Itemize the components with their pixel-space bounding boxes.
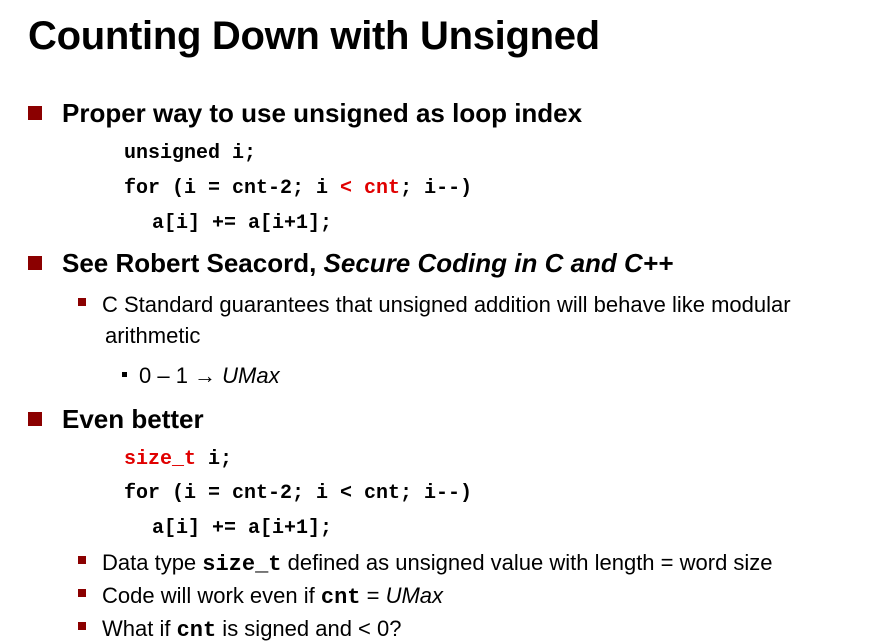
bullet-square-icon <box>28 256 42 271</box>
text-segment: defined as unsigned value with length = … <box>281 550 773 575</box>
bullet-text: Even better <box>62 404 204 434</box>
text-segment: What if <box>102 616 177 641</box>
bullet-proper-way: Proper way to use unsigned as loop index <box>28 98 582 129</box>
code-line-size-t-decl: size_t i; <box>124 448 232 471</box>
bullet-dot-icon <box>122 371 127 377</box>
code-segment: ; i--) <box>400 177 473 200</box>
bullet-square-icon <box>28 106 42 121</box>
bullet-square-icon <box>28 412 42 427</box>
inline-code: cnt <box>320 585 361 610</box>
code-highlight-condition: < cnt <box>340 177 401 200</box>
code-segment: for (i = cnt-2; i <box>124 177 341 200</box>
bullet-square-icon <box>78 556 86 565</box>
bullet-square-icon <box>78 298 86 307</box>
bullet-text: Proper way to use unsigned as loop index <box>62 98 583 128</box>
umax-term: UMax <box>222 363 280 388</box>
expression-text: 0 – 1 → <box>139 363 223 388</box>
sub-bullet-cnt-umax: Code will work even if cnt = UMax <box>78 583 443 610</box>
code-line-for-loop-2: for (i = cnt-2; i < cnt; i--) <box>124 482 473 505</box>
book-title: Secure Coding in C and C++ <box>323 248 674 278</box>
umax-term: UMax <box>385 583 444 608</box>
text-segment: Code will work even if <box>102 583 321 608</box>
bullet-square-icon <box>78 589 86 598</box>
code-line-loop-body: a[i] += a[i+1]; <box>152 212 333 235</box>
slide-title: Counting Down with Unsigned <box>28 14 600 58</box>
code-line-loop-body-2: a[i] += a[i+1]; <box>152 517 333 540</box>
bullet-text: See Robert Seacord, <box>62 248 324 278</box>
code-highlight-type: size_t <box>124 448 197 471</box>
code-segment: i; <box>196 448 233 471</box>
sub-bullet-cnt-signed: What if cnt is signed and < 0? <box>78 616 402 643</box>
sub-bullet-c-standard: C Standard guarantees that unsigned addi… <box>78 292 791 318</box>
sub-bullet-size-t: Data type size_t defined as unsigned val… <box>78 550 773 577</box>
sub-bullet-text: C Standard guarantees that unsigned addi… <box>102 292 791 317</box>
inline-code: cnt <box>176 618 217 643</box>
sub-sub-bullet-umax: 0 – 1 → UMax <box>122 363 280 389</box>
code-line-unsigned-decl: unsigned i; <box>124 142 257 165</box>
code-line-for-loop: for (i = cnt-2; i < cnt; i--) <box>124 177 472 200</box>
bullet-square-icon <box>78 622 86 631</box>
inline-code: size_t <box>202 552 282 577</box>
bullet-even-better: Even better <box>28 404 204 435</box>
text-segment: is signed and < 0? <box>216 616 402 641</box>
text-segment: Data type <box>102 550 203 575</box>
text-segment: = <box>360 583 386 608</box>
sub-bullet-continuation: arithmetic <box>105 323 201 348</box>
bullet-seacord: See Robert Seacord, Secure Coding in C a… <box>28 248 673 279</box>
